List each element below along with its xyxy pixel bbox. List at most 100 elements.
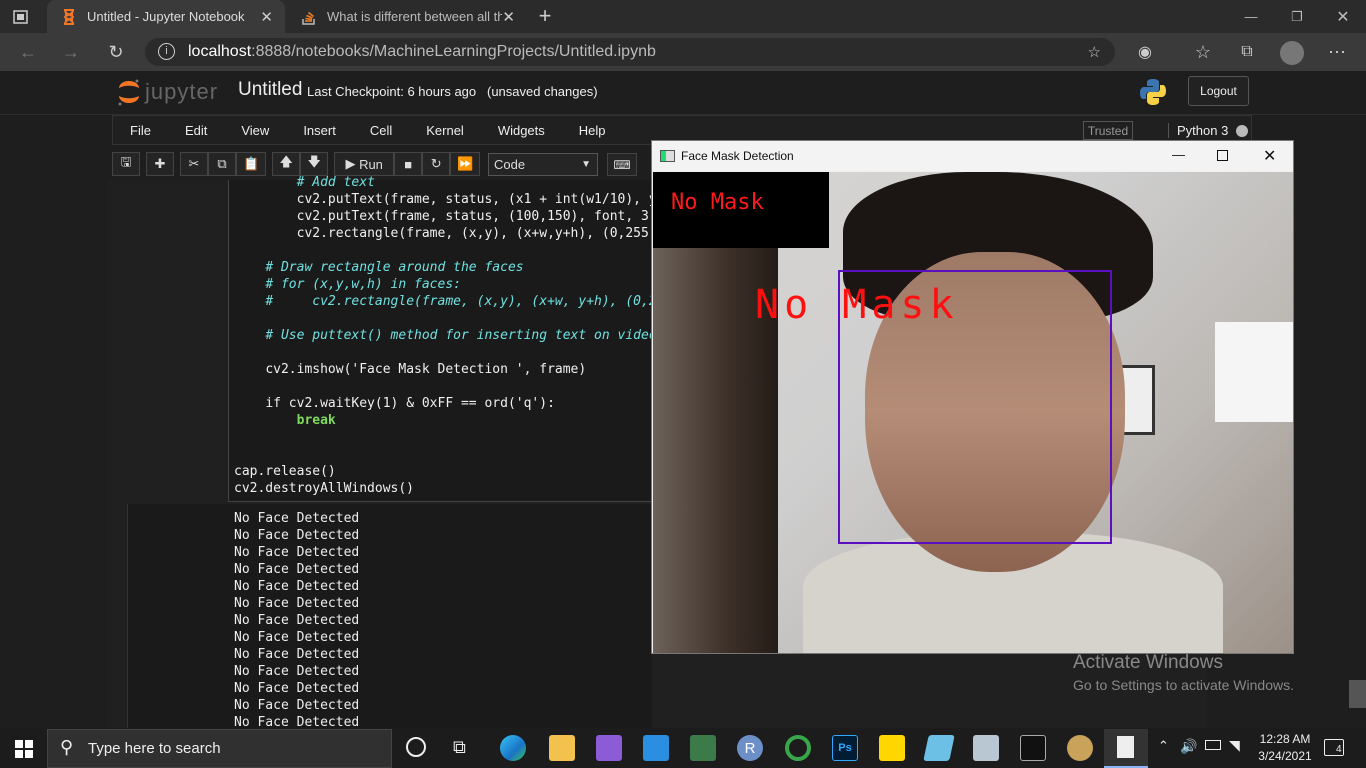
menu-kernel[interactable]: Kernel [409,115,481,145]
forward-icon[interactable]: → [56,37,86,67]
tab-jupyter[interactable]: Untitled - Jupyter Notebook ✕ [47,0,285,33]
trusted-indicator[interactable]: Trusted [1083,121,1133,140]
opencv-titlebar[interactable]: Face Mask Detection — ✕ [652,141,1293,171]
output-line: No Face Detected [234,647,360,662]
run-all-button[interactable]: ⏩ [450,152,481,176]
restart-button[interactable]: ↻ [422,152,451,176]
vscode-icon[interactable] [643,735,669,761]
code-line: # Use puttext() method for inserting tex… [265,328,657,343]
more-icon[interactable]: ⋯ [1322,37,1352,67]
cell-output [127,504,652,728]
cut-button[interactable]: ✂ [180,152,208,176]
kernel-name[interactable]: Python 3 [1168,123,1228,138]
back-icon[interactable]: ← [13,37,43,67]
app-icon[interactable] [923,735,955,761]
close-icon[interactable]: ✕ [502,8,515,26]
show-hidden-icons-icon[interactable]: ⌃ [1158,738,1169,754]
opencv-window[interactable]: Face Mask Detection — ✕ No Mask No Mask [651,140,1294,654]
move-down-button[interactable]: 🡇 [300,152,329,176]
url-path: :8888/notebooks/MachineLearningProjects/… [251,43,656,60]
menu-insert[interactable]: Insert [286,115,353,145]
restore-icon[interactable]: ❐ [1274,0,1320,33]
jupyter-logo[interactable]: jupyter [117,78,227,106]
tab-stackoverflow[interactable]: What is different between all the ✕ [287,0,527,33]
code-line: cv2.destroyAllWindows() [234,481,415,496]
info-icon[interactable]: i [158,43,175,60]
taskbar-clock[interactable]: 12:28 AM 3/24/2021 [1250,731,1320,765]
photoshop-icon[interactable]: Ps [832,735,858,761]
task-view-icon[interactable]: ⧉ [453,737,466,758]
volume-icon[interactable]: 🔊 [1180,738,1197,755]
code-line: # cv2.rectangle(frame, (x,y), (x+w, y+h)… [265,294,657,309]
search-placeholder: Type here to search [88,740,221,757]
app-icon[interactable] [973,735,999,761]
menu-help[interactable]: Help [562,115,623,145]
opencv-window-title: Face Mask Detection [681,149,794,163]
output-line: No Face Detected [234,630,360,645]
close-icon[interactable]: ✕ [1263,146,1276,166]
run-button[interactable]: ▶ Run [334,152,395,176]
logout-button[interactable]: Logout [1188,76,1249,106]
jupyter-wordmark: jupyter [145,79,219,104]
terminal-icon[interactable] [1020,735,1046,761]
notification-count: 4 [1335,744,1343,755]
notebook-name[interactable]: Untitled [238,79,302,101]
favorites-icon[interactable]: ☆ [1188,37,1218,67]
menu-cell[interactable]: Cell [353,115,409,145]
maximize-icon[interactable] [1217,150,1228,161]
scrollbar-thumb[interactable] [1349,680,1366,708]
minimize-icon[interactable]: — [1228,0,1274,33]
tab-title: Untitled - Jupyter Notebook [87,9,245,24]
insert-cell-button[interactable]: ✚ [146,152,174,176]
minimize-icon[interactable]: — [1172,147,1185,162]
battery-icon[interactable] [1205,740,1221,750]
move-up-button[interactable]: 🡅 [272,152,301,176]
app-icon[interactable] [690,735,716,761]
collections-icon[interactable]: ⧉ [1232,37,1262,67]
code-line: # for (x,y,w,h) in faces: [265,277,461,292]
activate-windows-subtitle: Go to Settings to activate Windows. [1073,677,1294,693]
r-icon[interactable]: R [737,735,763,761]
visual-studio-icon[interactable] [596,735,622,761]
address-bar[interactable]: i localhost:8888/notebooks/MachineLearni… [145,38,1115,66]
extension-icon[interactable]: ◉ [1130,37,1160,67]
menu-edit[interactable]: Edit [168,115,224,145]
new-tab-button[interactable]: + [534,3,556,28]
code-line: # Draw rectangle around the faces [265,260,524,275]
profile-avatar[interactable] [1280,41,1304,65]
run-label: Run [359,156,383,172]
close-icon[interactable]: ✕ [260,8,273,26]
clock-date: 3/24/2021 [1258,749,1312,763]
menu-widgets[interactable]: Widgets [481,115,562,145]
windows-start-icon[interactable] [15,740,33,763]
paint-icon[interactable] [1067,735,1093,761]
notification-center-icon[interactable]: 4 [1324,739,1344,756]
taskbar-search-input[interactable]: ⚲ Type here to search [47,729,392,768]
code-line: break [296,413,336,428]
active-taskbar-app[interactable] [1104,729,1148,768]
stop-button[interactable]: ■ [394,152,423,176]
menu-view[interactable]: View [224,115,286,145]
cell-type-select[interactable]: Code ▼ [488,153,598,176]
keyboard-icon[interactable]: ⌨ [607,153,637,176]
stackoverflow-icon [302,11,315,25]
menu-file[interactable]: File [113,115,168,145]
close-window-icon[interactable]: ✕ [1320,0,1366,33]
refresh-icon[interactable]: ↻ [101,37,131,67]
add-favorite-icon[interactable]: ☆ [1088,43,1101,61]
play-icon: ▶ [345,156,360,171]
save-button[interactable]: 🖫 [112,152,140,176]
copy-button[interactable]: ⧉ [208,152,236,176]
edge-icon[interactable] [500,735,526,761]
output-line: No Face Detected [234,664,360,679]
file-explorer-icon[interactable] [549,735,575,761]
document-icon [1117,736,1134,758]
paste-button[interactable]: 📋 [236,152,267,176]
tab-actions-icon[interactable] [10,7,30,27]
checkpoint-info: Last Checkpoint: 6 hours ago (unsaved ch… [307,84,598,99]
sticky-notes-icon[interactable] [879,735,905,761]
wifi-icon[interactable]: ◥ [1229,737,1240,754]
rstudio-icon[interactable] [785,735,811,761]
cortana-icon[interactable] [406,737,426,757]
output-line: No Face Detected [234,562,360,577]
